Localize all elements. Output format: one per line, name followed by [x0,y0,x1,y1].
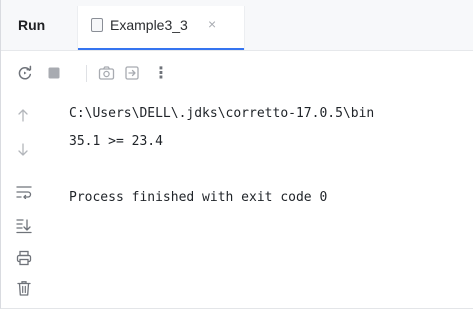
camera-icon[interactable] [98,65,115,81]
tab-example3-3[interactable]: Example3_3 × [77,6,245,50]
console-line: 35.1 >= 23.4 [69,134,163,149]
scroll-to-end-icon[interactable] [16,218,32,234]
trash-icon[interactable] [16,280,32,297]
file-icon [91,18,103,32]
toolbar-divider [86,65,87,82]
tab-title: Example3_3 [110,17,188,33]
console-line: C:\Users\DELL\.jdks\corretto-17.0.5\bin [69,106,375,121]
rerun-icon[interactable] [17,65,33,81]
run-toolbar: ⋮ [1,51,473,93]
exit-icon[interactable] [124,65,140,81]
more-icon[interactable]: ⋮ [153,63,169,83]
run-label: Run [18,17,46,33]
stop-icon[interactable] [46,65,62,81]
run-tool-window: Run Example3_3 × ⋮ C:\Users\DELL\.jdks\c… [0,0,473,309]
console-gutter [1,93,47,308]
console-output[interactable]: C:\Users\DELL\.jdks\corretto-17.0.5\bin … [69,100,473,205]
run-header: Run Example3_3 × [1,0,473,50]
arrow-up-icon[interactable] [16,107,30,123]
arrow-down-icon[interactable] [16,142,30,158]
print-icon[interactable] [16,250,32,266]
console-line: Process finished with exit code 0 [69,190,328,205]
close-icon[interactable]: × [208,16,216,32]
soft-wrap-icon[interactable] [16,185,32,199]
